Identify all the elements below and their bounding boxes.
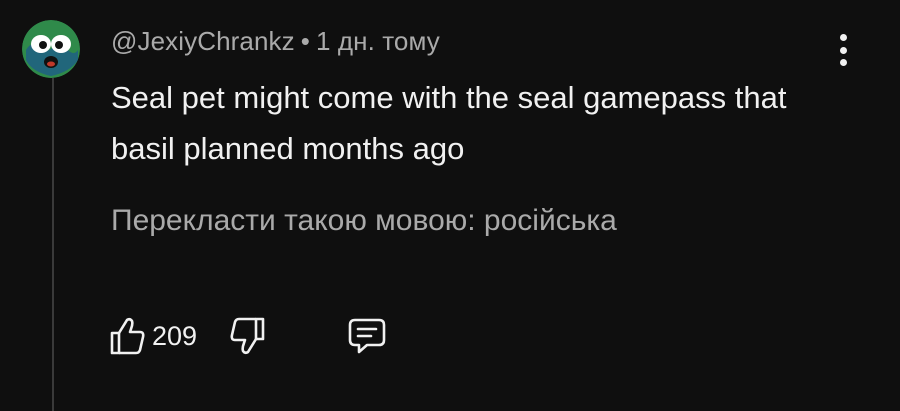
more-vert-dot <box>839 59 847 66</box>
comment-header: @JexiyChrankz • 1 дн. тому <box>111 26 440 57</box>
timestamp[interactable]: 1 дн. тому <box>316 26 440 56</box>
like-count: 209 <box>152 320 198 351</box>
reply-comment-icon <box>348 318 386 354</box>
more-vert-icon <box>839 34 847 41</box>
more-options-button[interactable] <box>826 30 860 70</box>
thumbs-up-icon <box>110 317 145 355</box>
thread-line <box>52 78 54 411</box>
author-name[interactable]: @JexiyChrankz <box>111 26 295 56</box>
comment-text: Seal pet might come with the seal gamepa… <box>111 80 787 166</box>
thumbs-down-icon <box>230 317 265 355</box>
dislike-button[interactable] <box>229 316 267 356</box>
reply-button[interactable] <box>347 316 387 356</box>
avatar-icon <box>22 20 80 78</box>
avatar[interactable] <box>22 20 80 78</box>
more-vert-dot <box>839 46 847 54</box>
comment-card: @JexiyChrankz • 1 дн. тому Seal pet might … <box>0 0 900 411</box>
like-button[interactable]: 209 <box>108 316 197 356</box>
translate-link[interactable]: Перекласти такою мовою: російська <box>111 204 617 238</box>
comment-actions: 209 <box>108 314 387 358</box>
meta-separator: • <box>300 26 310 56</box>
